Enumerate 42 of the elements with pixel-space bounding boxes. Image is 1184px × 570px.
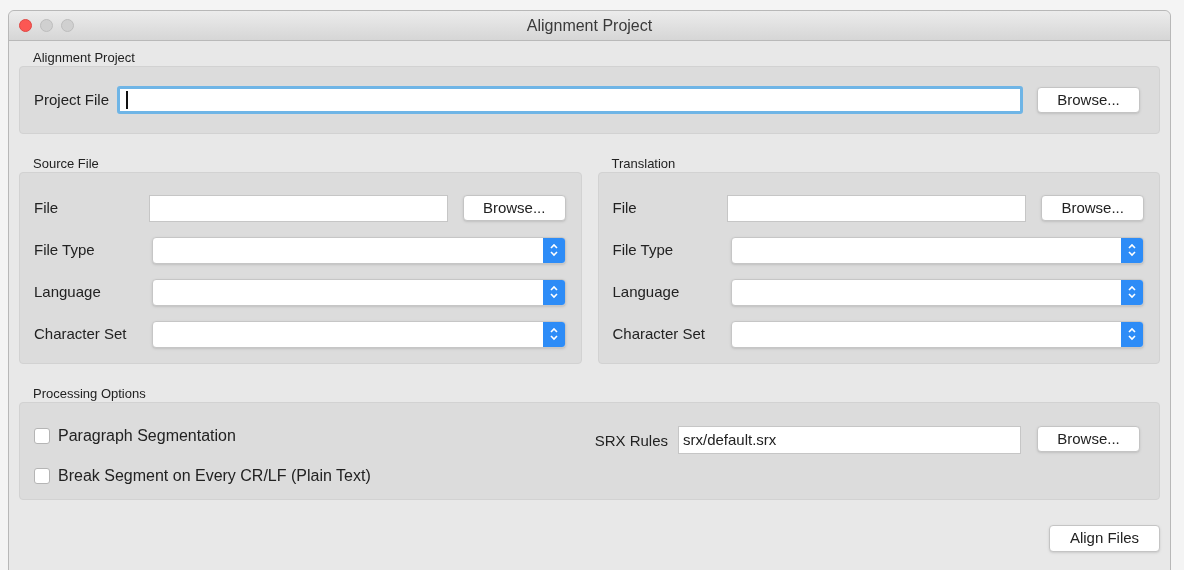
field-label: Project File — [34, 89, 110, 110]
dropdown[interactable] — [152, 236, 566, 264]
browse-button[interactable]: Browse... — [1041, 195, 1144, 221]
browse-button[interactable]: Browse... — [1037, 87, 1140, 113]
stepper-icon — [1127, 326, 1137, 342]
dropdown[interactable] — [730, 278, 1144, 306]
field-label: Language — [612, 281, 681, 302]
field-label: Language — [34, 281, 102, 302]
text-cursor — [126, 91, 129, 109]
browse-button[interactable]: Browse... — [1037, 426, 1140, 452]
stepper-icon — [1127, 242, 1137, 258]
field-label: File — [34, 197, 60, 218]
stepper-icon — [1127, 284, 1137, 300]
field-label: File — [612, 197, 638, 218]
checkbox[interactable] — [34, 468, 50, 484]
dropdown[interactable] — [152, 320, 566, 348]
input-field[interactable] — [117, 86, 1023, 114]
checkbox[interactable] — [34, 428, 50, 444]
close-icon[interactable] — [19, 19, 32, 32]
field-label: SRX Rules — [594, 431, 668, 451]
group-title: Translation — [611, 155, 677, 172]
group-title: Source File — [33, 155, 100, 172]
browse-button[interactable]: Browse... — [462, 195, 566, 221]
align-files-button[interactable]: Align Files — [1049, 525, 1160, 552]
checkbox-label: Paragraph Segmentation — [58, 426, 236, 446]
input-field[interactable]: srx/default.srx — [678, 426, 1021, 454]
dropdown[interactable] — [730, 320, 1144, 348]
group-title: Processing Options — [33, 385, 147, 402]
group-title: Alignment Project — [33, 49, 136, 66]
stepper-icon — [548, 326, 559, 342]
stepper-icon — [548, 284, 559, 300]
field-label: File Type — [34, 239, 96, 260]
input-field[interactable] — [727, 194, 1027, 222]
dropdown[interactable] — [152, 278, 566, 306]
dropdown[interactable] — [730, 236, 1144, 264]
field-label: File Type — [612, 239, 675, 260]
input-field[interactable] — [148, 194, 448, 222]
stepper-icon — [548, 242, 559, 258]
field-label: Character Set — [612, 323, 707, 344]
checkbox-label: Break Segment on Every CR/LF (Plain Text) — [58, 466, 371, 486]
window-title: Alignment Project — [526, 15, 653, 36]
field-label: Character Set — [34, 323, 128, 344]
